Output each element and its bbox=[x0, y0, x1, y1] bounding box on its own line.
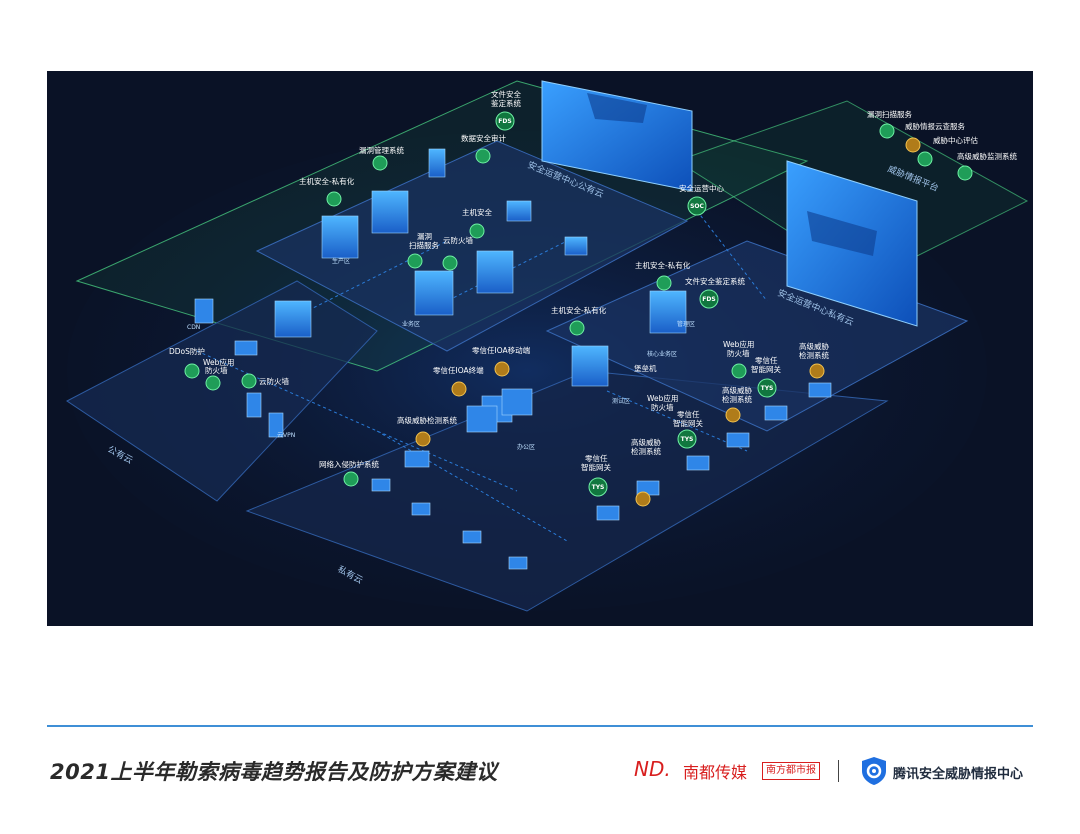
label-soc-center: 安全运营中心 bbox=[679, 183, 724, 193]
label-threat-svc-4: 高级威胁监测系统 bbox=[957, 151, 1017, 161]
zone-prod: 生产区 bbox=[332, 257, 350, 265]
diagram-canvas: FDS SOC FDS TYS TYS TYS 公有云 私有云 安全运营中心公有… bbox=[47, 71, 1033, 626]
label-host-sec-private-3: 主机安全-私有化 bbox=[551, 305, 607, 315]
tencent-center-name: 腾讯安全威胁情报中心 bbox=[893, 767, 1024, 782]
label-zt-gw-2b: 智能网关 bbox=[751, 364, 781, 374]
label-waf-2a: Web应用 bbox=[647, 393, 678, 403]
label-adv-threat-2a: 高级威胁 bbox=[799, 341, 829, 351]
label-file-sec-1b: 鉴定系统 bbox=[491, 98, 521, 108]
label-waf-1b: 防火墙 bbox=[205, 365, 228, 375]
label-zt-ioa: 零信任IOA移动端 bbox=[472, 345, 531, 355]
zone-mgmt: 管理区 bbox=[677, 320, 695, 328]
label-file-sec-1: 文件安全 bbox=[491, 89, 521, 99]
label-adv-threat-1b: 检测系统 bbox=[722, 394, 752, 404]
fds-badge-1: FDS bbox=[498, 118, 511, 125]
label-bastion: 堡垒机 bbox=[634, 363, 657, 373]
label-waf-2b: 防火墙 bbox=[651, 402, 674, 412]
zone-biz: 业务区 bbox=[402, 320, 420, 328]
label-data-audit: 数据安全审计 bbox=[461, 133, 506, 143]
label-zt-gw-1b: 智能网关 bbox=[673, 418, 703, 428]
label-vpn: 云VPN bbox=[277, 432, 295, 439]
zone-core: 核心业务区 bbox=[647, 350, 677, 358]
label-vuln-scan-2: 扫描服务 bbox=[409, 240, 439, 250]
nandu-media-name: 南都传媒 bbox=[683, 763, 748, 782]
label-vuln-scan-1: 漏洞 bbox=[417, 231, 432, 241]
label-adv-threat-3b: 检测系统 bbox=[631, 446, 661, 456]
nanfang-paper-logo: 南方都市报 bbox=[762, 762, 820, 780]
soc-badge: SOC bbox=[690, 203, 704, 210]
logo-separator bbox=[838, 760, 839, 782]
label-threat-svc-1: 漏洞扫描服务 bbox=[867, 109, 912, 119]
zone-test: 测试区 bbox=[612, 397, 630, 405]
architecture-diagram: FDS SOC FDS TYS TYS TYS 公有云 私有云 安全运营中心公有… bbox=[47, 71, 1033, 626]
label-threat-svc-3: 威胁中心评估 bbox=[933, 135, 978, 145]
label-file-sec-2: 文件安全鉴定系统 bbox=[685, 276, 745, 286]
label-zt-gw-2a: 零信任 bbox=[755, 355, 778, 365]
label-host-sec-private-1: 主机安全-私有化 bbox=[299, 176, 355, 186]
label-host-sec: 主机安全 bbox=[462, 207, 492, 217]
label-zt-gw-3b: 智能网关 bbox=[581, 462, 611, 472]
label-vuln-mgmt: 漏洞管理系统 bbox=[359, 145, 404, 155]
label-adv-threat-2b: 检测系统 bbox=[799, 350, 829, 360]
report-title: 2021上半年勒索病毒趋势报告及防护方案建议 bbox=[50, 760, 498, 784]
label-zt-gw-1a: 零信任 bbox=[677, 409, 700, 419]
label-cloud-fw-2: 云防火墙 bbox=[259, 376, 289, 386]
label-cdn: CDN bbox=[187, 324, 200, 331]
fds-badge-2: FDS bbox=[702, 296, 715, 303]
label-hids-1: 高级威胁检测系统 bbox=[397, 415, 457, 425]
label-waf-3a: Web应用 bbox=[723, 339, 754, 349]
label-cloud-fw-1: 云防火墙 bbox=[443, 235, 473, 245]
label-host-sec-private-2: 主机安全-私有化 bbox=[635, 260, 691, 270]
label-waf-3b: 防火墙 bbox=[727, 348, 750, 358]
tencent-shield-icon bbox=[860, 756, 888, 790]
tys-badge-3: TYS bbox=[761, 385, 774, 392]
nandu-logo: ND. bbox=[634, 757, 671, 781]
label-ddos: DDoS防护 bbox=[169, 346, 205, 356]
label-nids: 网络入侵防护系统 bbox=[319, 459, 379, 469]
label-zt-terminal: 零信任IOA终端 bbox=[433, 365, 484, 375]
label-zt-gw-3a: 零信任 bbox=[585, 453, 608, 463]
label-adv-threat-1a: 高级威胁 bbox=[722, 385, 752, 395]
tys-badge-2: TYS bbox=[681, 436, 694, 443]
label-adv-threat-3a: 高级威胁 bbox=[631, 437, 661, 447]
zone-office: 办公区 bbox=[517, 443, 535, 451]
label-threat-svc-2: 威胁情报云查服务 bbox=[905, 121, 965, 131]
tys-badge-1: TYS bbox=[592, 484, 605, 491]
footer-divider bbox=[47, 725, 1033, 727]
